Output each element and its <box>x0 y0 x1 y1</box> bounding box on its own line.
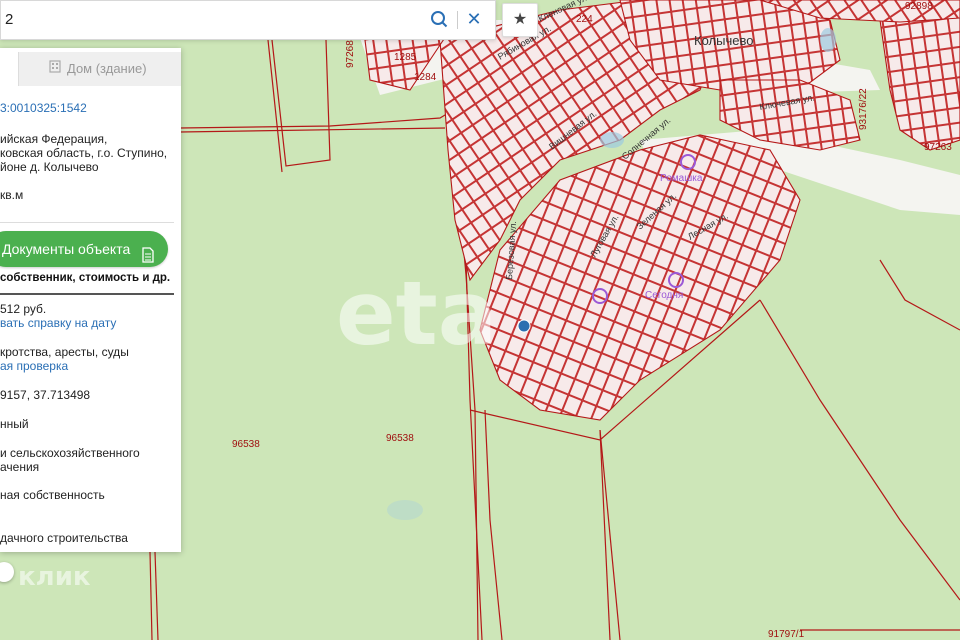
permitted-use: дачного строительства <box>0 531 128 545</box>
search-bar: 2 ✕ <box>0 0 496 40</box>
divider <box>0 293 174 295</box>
watermark-small: клик <box>18 562 91 592</box>
documents-button-label: Документы объекта <box>2 241 131 257</box>
status: нный <box>0 417 29 431</box>
category-line: и сельскохозяйственного <box>0 446 140 460</box>
coordinates: 9157, 37.713498 <box>0 388 91 402</box>
cadastral-number[interactable]: 3:0010325:1542 <box>0 101 87 115</box>
documents-subtitle: собственник, стоимость и др. <box>0 272 171 284</box>
address-line: йоне д. Колычево <box>0 160 99 174</box>
parcel-label: 96538 <box>386 433 414 444</box>
certificate-link[interactable]: вать справку на дату <box>0 316 116 330</box>
location-marker-icon[interactable] <box>517 319 531 333</box>
ownership: ная собственность <box>0 488 105 502</box>
svg-text:Сегодня: Сегодня <box>645 290 683 301</box>
category-line: ачения <box>0 460 40 474</box>
divider <box>0 222 174 223</box>
parcel-label: 1284 <box>414 72 437 83</box>
svg-text:Ромашка: Ромашка <box>660 173 703 184</box>
check-link[interactable]: ая проверка <box>0 359 68 373</box>
tab-building[interactable]: Дом (здание) <box>18 52 181 86</box>
search-input[interactable]: 2 <box>5 11 13 28</box>
star-icon[interactable]: ★ <box>502 3 538 37</box>
search-divider <box>457 11 458 29</box>
document-icon <box>142 240 154 276</box>
tab-building-label: Дом (здание) <box>67 61 147 76</box>
object-info-panel: Дом (здание) 3:0010325:1542 ийская Федер… <box>0 48 181 552</box>
documents-button[interactable]: Документы объекта <box>0 231 168 267</box>
parcel-label: 96538 <box>232 439 260 450</box>
parcel-label: 97263 <box>924 142 952 153</box>
place-name-label: Колычево <box>694 33 754 48</box>
parcel-label: 92898 <box>905 1 933 12</box>
address-line: ковская область, г.о. Ступино, <box>0 146 168 160</box>
parcel-label: 224 <box>576 14 593 25</box>
address-line: ийская Федерация, <box>0 132 108 146</box>
parcel-label: 97268 <box>345 40 356 68</box>
tab-parcel[interactable] <box>0 52 18 86</box>
parcel-label: 91797/1 <box>768 629 805 640</box>
parcel-label: 1285 <box>394 52 417 63</box>
watermark: eta <box>336 262 498 365</box>
parcel-label: 93176/22 <box>858 88 869 130</box>
area-value: кв.м <box>0 188 24 202</box>
restrictions-label: кротства, аресты, суды <box>0 345 129 359</box>
building-icon <box>49 52 61 86</box>
close-icon[interactable]: ✕ <box>463 7 485 31</box>
cadastral-value: 512 руб. <box>0 302 47 316</box>
search-icon[interactable] <box>430 10 448 28</box>
